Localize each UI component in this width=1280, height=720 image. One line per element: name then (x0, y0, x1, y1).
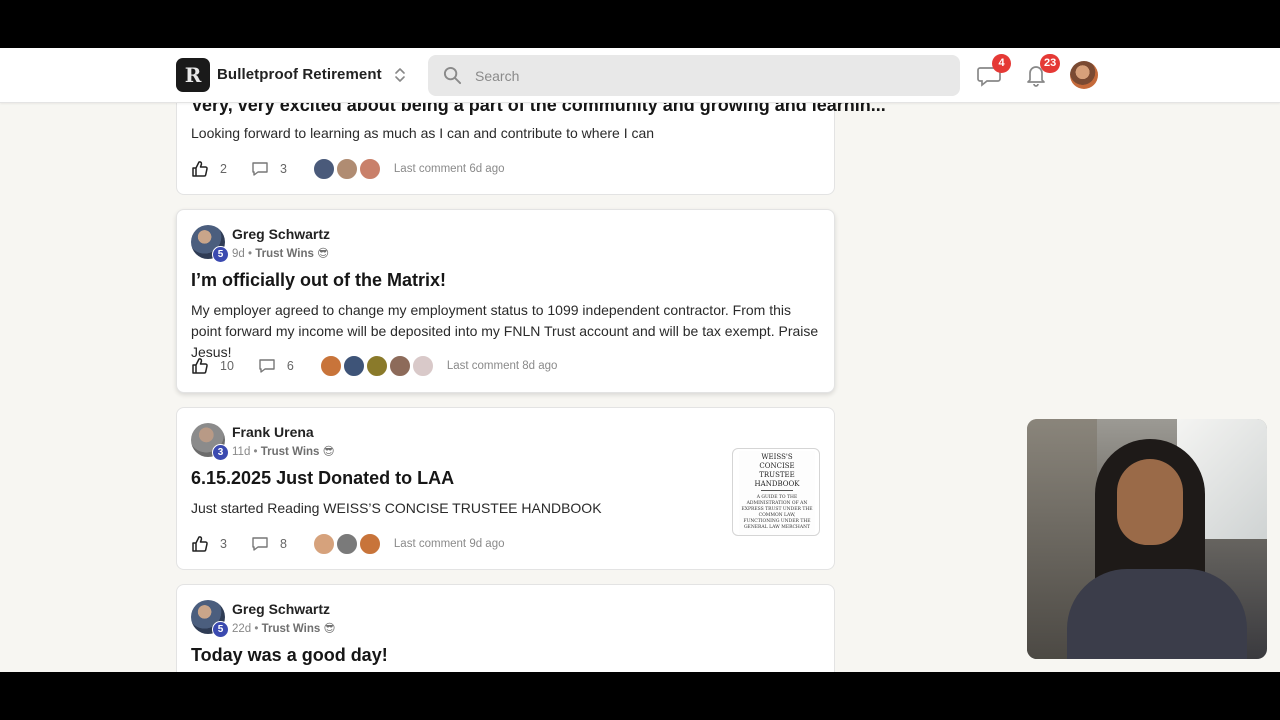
like-count: 10 (220, 359, 234, 373)
post-actions: 3 8 Last comment 9d ago (191, 533, 505, 555)
post-meta: 9d • Trust Wins 😎 (232, 246, 329, 260)
avatar[interactable] (358, 158, 381, 180)
avatar[interactable] (365, 355, 388, 377)
thumbnail-divider (761, 490, 793, 491)
avatar[interactable] (342, 355, 365, 377)
webcam-overlay[interactable] (1027, 419, 1267, 659)
avatar[interactable] (319, 355, 342, 377)
app-viewport: R Bulletproof Retirement 4 23 Very, very… (0, 48, 1280, 672)
post-card[interactable]: Very, very excited about being a part of… (176, 88, 886, 195)
thumbnail-title: WEISS'S CONCISE TRUSTEE HANDBOOK (754, 453, 800, 488)
last-comment: Last comment 6d ago (393, 163, 505, 175)
comment-icon[interactable] (258, 357, 276, 375)
search-input[interactable] (475, 55, 945, 96)
author-name[interactable]: Greg Schwartz (232, 601, 330, 617)
post-title[interactable]: I’m officially out of the Matrix! (191, 270, 446, 291)
group-logo[interactable]: R (176, 58, 210, 92)
comment-icon[interactable] (251, 535, 269, 553)
comment-count: 6 (286, 359, 294, 373)
thumbs-up-icon[interactable] (191, 160, 209, 178)
user-avatar[interactable] (1070, 61, 1098, 89)
post-meta: 22d • Trust Wins 😎 (232, 621, 335, 635)
group-name[interactable]: Bulletproof Retirement (217, 66, 382, 83)
like-count: 3 (220, 537, 227, 551)
meta-separator: • (250, 446, 261, 458)
last-comment: Last comment 8d ago (446, 360, 558, 372)
meta-separator: • (244, 248, 256, 260)
author-name[interactable]: Frank Urena (232, 424, 314, 440)
post-age: 9d (232, 248, 245, 260)
like-count: 2 (220, 162, 227, 176)
level-badge: 5 (212, 246, 229, 263)
comment-icon[interactable] (251, 160, 269, 178)
post-meta: 11d • Trust Wins 😎 (232, 444, 335, 458)
thumbs-up-icon[interactable] (191, 357, 209, 375)
avatar[interactable] (335, 158, 358, 180)
thumbs-up-icon[interactable] (191, 535, 209, 553)
commenter-avatars[interactable] (319, 355, 435, 377)
level-badge: 5 (212, 621, 229, 638)
post-actions: 2 3 Last comment 6d ago (191, 158, 505, 180)
video-person-shirt (1067, 569, 1247, 659)
post-body: Just started Reading WEISS’S CONCISE TRU… (191, 500, 602, 516)
notifications-badge: 23 (1040, 54, 1061, 73)
post-age: 11d (232, 446, 251, 458)
meta-separator: • (251, 623, 262, 635)
post-card[interactable]: 5 Greg Schwartz 9d • Trust Wins 😎 I’m of… (176, 209, 835, 393)
post-category[interactable]: Trust Wins 😎 (262, 623, 336, 635)
chevron-updown-icon[interactable] (392, 65, 408, 85)
chat-badge: 4 (992, 54, 1011, 73)
commenter-avatars[interactable] (312, 158, 382, 180)
post-age: 22d (232, 623, 252, 635)
post-title[interactable]: Today was a good day! (191, 645, 388, 666)
post-thumbnail[interactable]: WEISS'S CONCISE TRUSTEE HANDBOOK A GUIDE… (732, 448, 820, 536)
post-category[interactable]: Trust Wins 😎 (255, 248, 329, 260)
post-title[interactable]: 6.15.2025 Just Donated to LAA (191, 468, 454, 489)
post-body: My employer agreed to change my employme… (191, 302, 819, 360)
video-person-face (1117, 459, 1183, 545)
author-name[interactable]: Greg Schwartz (232, 226, 330, 242)
level-badge: 3 (212, 444, 229, 461)
comment-count: 3 (279, 162, 287, 176)
last-comment: Last comment 9d ago (393, 538, 505, 550)
post-actions: 10 6 Last comment 8d ago (191, 355, 558, 377)
avatar[interactable] (388, 355, 411, 377)
commenter-avatars[interactable] (312, 533, 382, 555)
post-category[interactable]: Trust Wins 😎 (261, 446, 335, 458)
avatar[interactable] (411, 355, 434, 377)
avatar[interactable] (312, 533, 335, 555)
search-bar[interactable] (428, 55, 960, 96)
top-bar: R Bulletproof Retirement 4 23 (0, 48, 1280, 103)
avatar[interactable] (312, 158, 335, 180)
post-card[interactable]: 3 Frank Urena 11d • Trust Wins 😎 6.15.20… (176, 407, 835, 570)
comment-count: 8 (279, 537, 287, 551)
thumbnail-subtitle: A GUIDE TO THE ADMINISTRATION OF AN EXPR… (741, 495, 813, 530)
post-card[interactable]: 5 Greg Schwartz 22d • Trust Wins 😎 Today… (176, 584, 835, 672)
avatar[interactable] (335, 533, 358, 555)
thumbnail-page: WEISS'S CONCISE TRUSTEE HANDBOOK A GUIDE… (739, 451, 815, 535)
avatar[interactable] (358, 533, 381, 555)
search-icon (443, 66, 462, 85)
post-body: Looking forward to learning as much as I… (191, 125, 655, 141)
